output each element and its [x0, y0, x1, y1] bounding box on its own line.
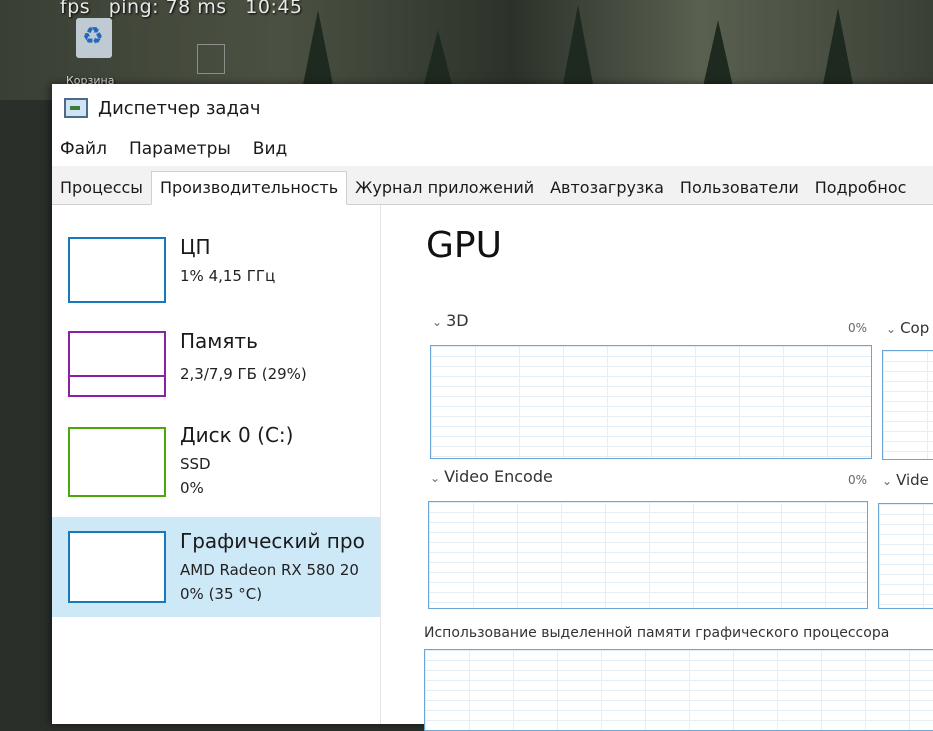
graph-copy	[882, 350, 933, 460]
resource-detail: 2,3/7,9 ГБ (29%)	[180, 365, 307, 383]
memory-thumbnail-graph	[68, 331, 166, 397]
resource-detail: SSD	[180, 455, 211, 473]
chevron-down-icon: ⌄	[432, 315, 443, 329]
gpu-thumbnail-graph	[68, 531, 166, 603]
tab-bar: Процессы Производительность Журнал прило…	[52, 166, 933, 205]
resource-usage: 0%	[180, 479, 204, 497]
graph-video-decode	[878, 503, 933, 609]
tab-processes[interactable]: Процессы	[52, 178, 151, 204]
resource-detail: 1% 4,15 ГГц	[180, 267, 276, 285]
chevron-down-icon: ⌄	[882, 474, 893, 488]
chevron-down-icon: ⌄	[886, 322, 897, 336]
resource-name: Память	[180, 329, 258, 353]
graph-video-encode	[428, 501, 868, 609]
gpu-title: GPU	[426, 225, 502, 266]
dedicated-memory-label: Использование выделенной памяти графичес…	[424, 625, 890, 641]
graph-dedicated-memory	[424, 649, 933, 731]
disk-thumbnail-graph	[68, 427, 166, 497]
chevron-down-icon: ⌄	[430, 471, 441, 485]
tab-app-history[interactable]: Журнал приложений	[347, 178, 542, 204]
graph-copy-label[interactable]: ⌄ Cop	[886, 319, 929, 337]
menu-view[interactable]: Вид	[253, 139, 287, 159]
resource-cpu[interactable]: ЦП 1% 4,15 ГГц	[52, 227, 380, 321]
graph-video-encode-label[interactable]: ⌄ Video Encode	[430, 467, 553, 486]
desktop-shortcut-icon[interactable]	[197, 44, 225, 74]
resource-name: Диск 0 (C:)	[180, 423, 294, 447]
tab-performance[interactable]: Производительность	[150, 171, 348, 205]
resource-list: ЦП 1% 4,15 ГГц Память 2,3/7,9 ГБ (29%) Д…	[52, 205, 381, 724]
performance-content: ЦП 1% 4,15 ГГц Память 2,3/7,9 ГБ (29%) Д…	[52, 205, 933, 731]
tab-details[interactable]: Подробнос	[807, 178, 915, 204]
menu-file[interactable]: Файл	[60, 139, 107, 159]
resource-usage: 0% (35 °C)	[180, 585, 263, 603]
resource-name: ЦП	[180, 235, 211, 259]
cpu-thumbnail-graph	[68, 237, 166, 303]
resource-memory[interactable]: Память 2,3/7,9 ГБ (29%)	[52, 325, 380, 419]
overlay-fps: fps	[60, 0, 91, 18]
overlay-time: 10:45	[245, 0, 303, 18]
recycle-bin-icon[interactable]	[76, 18, 112, 58]
resource-disk[interactable]: Диск 0 (C:) SSD 0%	[52, 421, 380, 515]
graph-video-encode-percent: 0%	[848, 473, 868, 487]
menu-options[interactable]: Параметры	[129, 139, 231, 159]
gpu-detail-pane: GPU ⌄ 3D 0% ⌄ Cop ⌄ Video Encode 0% ⌄ Vide И…	[412, 205, 933, 731]
overlay-ping: ping: 78 ms	[108, 0, 227, 18]
game-overlay: fps ping: 78 ms 10:45	[60, 0, 315, 18]
resource-detail: AMD Radeon RX 580 20	[180, 561, 359, 579]
graph-3d-percent: 0%	[848, 321, 868, 335]
window-title: Диспетчер задач	[98, 97, 261, 119]
resource-gpu[interactable]: Графический про AMD Radeon RX 580 20 0% …	[52, 517, 380, 617]
resource-name: Графический про	[180, 529, 365, 553]
task-manager-icon	[64, 98, 88, 118]
title-bar[interactable]: Диспетчер задач	[52, 84, 933, 132]
tab-users[interactable]: Пользователи	[672, 178, 807, 204]
graph-video-decode-label[interactable]: ⌄ Vide	[882, 471, 929, 489]
tab-startup[interactable]: Автозагрузка	[542, 178, 672, 204]
graph-3d-label[interactable]: ⌄ 3D	[432, 311, 469, 330]
graph-3d	[430, 345, 872, 459]
task-manager-window: Диспетчер задач Файл Параметры Вид Проце…	[52, 84, 933, 731]
menu-bar: Файл Параметры Вид	[52, 132, 933, 166]
